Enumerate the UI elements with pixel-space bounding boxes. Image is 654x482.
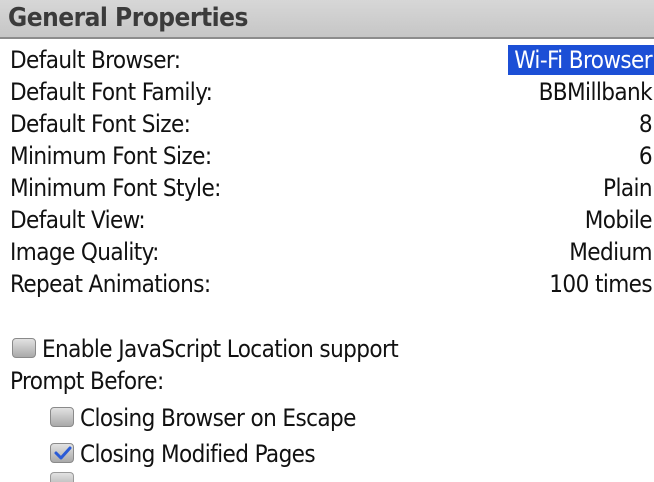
property-label: Default Font Size: xyxy=(10,110,191,138)
javascript-location-option[interactable]: Enable JavaScript Location support xyxy=(12,333,399,365)
section-header: General Properties xyxy=(0,0,654,39)
image-quality-select[interactable]: Medium xyxy=(569,236,652,268)
repeat-animations-select[interactable]: 100 times xyxy=(549,268,652,300)
property-label: Default Browser: xyxy=(10,46,181,74)
property-label: Default View: xyxy=(10,206,146,234)
property-row-min-font-size[interactable]: Minimum Font Size: 6 xyxy=(0,140,654,172)
property-row-default-view[interactable]: Default View: Mobile xyxy=(0,204,654,236)
closing-modified-option[interactable]: Closing Modified Pages xyxy=(50,438,316,470)
property-row-repeat-animations[interactable]: Repeat Animations: 100 times xyxy=(0,268,654,300)
property-row-image-quality[interactable]: Image Quality: Medium xyxy=(0,236,654,268)
min-font-style-select[interactable]: Plain xyxy=(603,172,653,204)
property-row-font-family[interactable]: Default Font Family: BBMillbank xyxy=(0,76,654,108)
checkmark-icon xyxy=(54,446,72,460)
next-option-checkbox[interactable] xyxy=(50,472,74,482)
closing-browser-option[interactable]: Closing Browser on Escape xyxy=(50,402,356,434)
javascript-location-checkbox[interactable] xyxy=(12,338,36,358)
property-row-default-browser[interactable]: Default Browser: Wi-Fi Browser xyxy=(0,44,654,76)
javascript-location-label: Enable JavaScript Location support xyxy=(42,335,399,363)
prompt-before-label: Prompt Before: xyxy=(10,367,164,395)
default-view-select[interactable]: Mobile xyxy=(585,204,653,236)
default-browser-select[interactable]: Wi-Fi Browser xyxy=(508,45,654,75)
property-row-min-font-style[interactable]: Minimum Font Style: Plain xyxy=(0,172,654,204)
property-label: Image Quality: xyxy=(10,238,159,266)
closing-modified-checkbox[interactable] xyxy=(50,443,74,463)
font-family-select[interactable]: BBMillbank xyxy=(539,76,653,108)
font-size-select[interactable]: 8 xyxy=(639,108,653,140)
min-font-size-select[interactable]: 6 xyxy=(639,140,653,172)
section-title: General Properties xyxy=(8,3,248,33)
prompt-before-heading: Prompt Before: xyxy=(10,365,164,397)
closing-modified-label: Closing Modified Pages xyxy=(80,440,316,468)
property-row-font-size[interactable]: Default Font Size: 8 xyxy=(0,108,654,140)
closing-browser-label: Closing Browser on Escape xyxy=(80,404,356,432)
property-label: Default Font Family: xyxy=(10,78,213,106)
property-label: Minimum Font Size: xyxy=(10,142,212,170)
property-label: Repeat Animations: xyxy=(10,270,211,298)
closing-browser-checkbox[interactable] xyxy=(50,407,74,427)
property-label: Minimum Font Style: xyxy=(10,174,221,202)
